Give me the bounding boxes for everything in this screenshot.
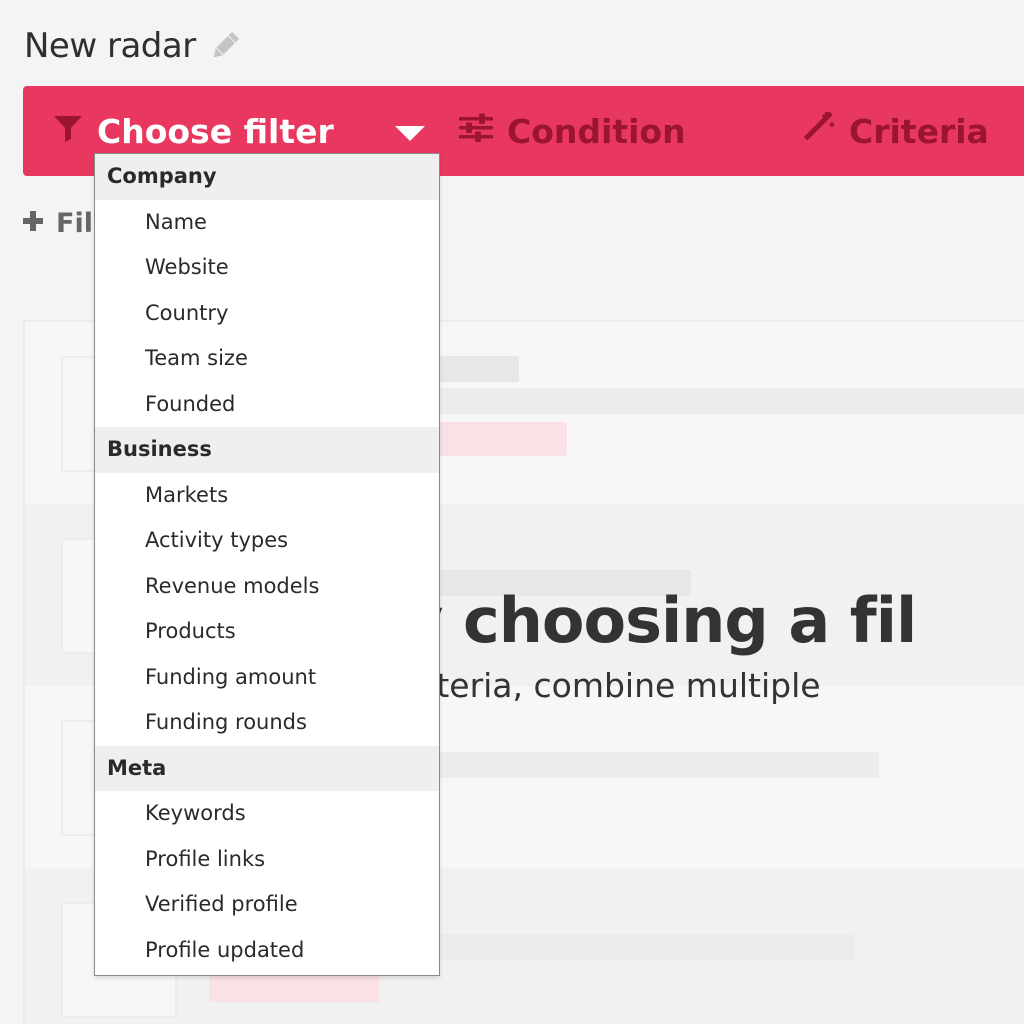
criteria-label: Criteria — [849, 111, 989, 151]
pencil-icon[interactable] — [208, 29, 242, 63]
dropdown-group-header: Business — [95, 427, 439, 473]
page-header: New radar — [24, 26, 242, 66]
filter-funnel-icon — [53, 112, 83, 151]
plus-icon — [22, 208, 44, 239]
dropdown-item-keywords[interactable]: Keywords — [95, 791, 439, 837]
dropdown-item-markets[interactable]: Markets — [95, 473, 439, 519]
dropdown-item-name[interactable]: Name — [95, 200, 439, 246]
caret-down-icon[interactable] — [395, 126, 425, 141]
dropdown-group-header: Company — [95, 154, 439, 200]
add-filter-button[interactable]: Fil — [22, 208, 93, 239]
dropdown-item-verified-profile[interactable]: Verified profile — [95, 882, 439, 928]
dropdown-group-header: Meta — [95, 745, 439, 791]
dropdown-item-website[interactable]: Website — [95, 245, 439, 291]
filter-dropdown-menu: Company Name Website Country Team size Founde… — [94, 153, 440, 976]
magic-wand-icon — [801, 110, 835, 152]
sliders-icon — [459, 112, 493, 151]
dropdown-item-team-size[interactable]: Team size — [95, 336, 439, 382]
dropdown-item-profile-updated[interactable]: Profile updated — [95, 928, 439, 974]
dropdown-item-founded[interactable]: Founded — [95, 382, 439, 428]
condition-button[interactable]: Condition — [459, 86, 686, 176]
dropdown-item-products[interactable]: Products — [95, 609, 439, 655]
criteria-button[interactable]: Criteria — [801, 86, 989, 176]
choose-filter-label: Choose filter — [97, 111, 334, 151]
condition-label: Condition — [507, 111, 686, 151]
page-title: New radar — [24, 26, 196, 66]
dropdown-item-activity-types[interactable]: Activity types — [95, 518, 439, 564]
dropdown-item-funding-rounds[interactable]: Funding rounds — [95, 700, 439, 746]
dropdown-item-revenue-models[interactable]: Revenue models — [95, 564, 439, 610]
dropdown-item-country[interactable]: Country — [95, 291, 439, 337]
dropdown-item-funding-amount[interactable]: Funding amount — [95, 655, 439, 701]
add-filter-label: Fil — [56, 208, 93, 239]
dropdown-item-profile-links[interactable]: Profile links — [95, 837, 439, 883]
